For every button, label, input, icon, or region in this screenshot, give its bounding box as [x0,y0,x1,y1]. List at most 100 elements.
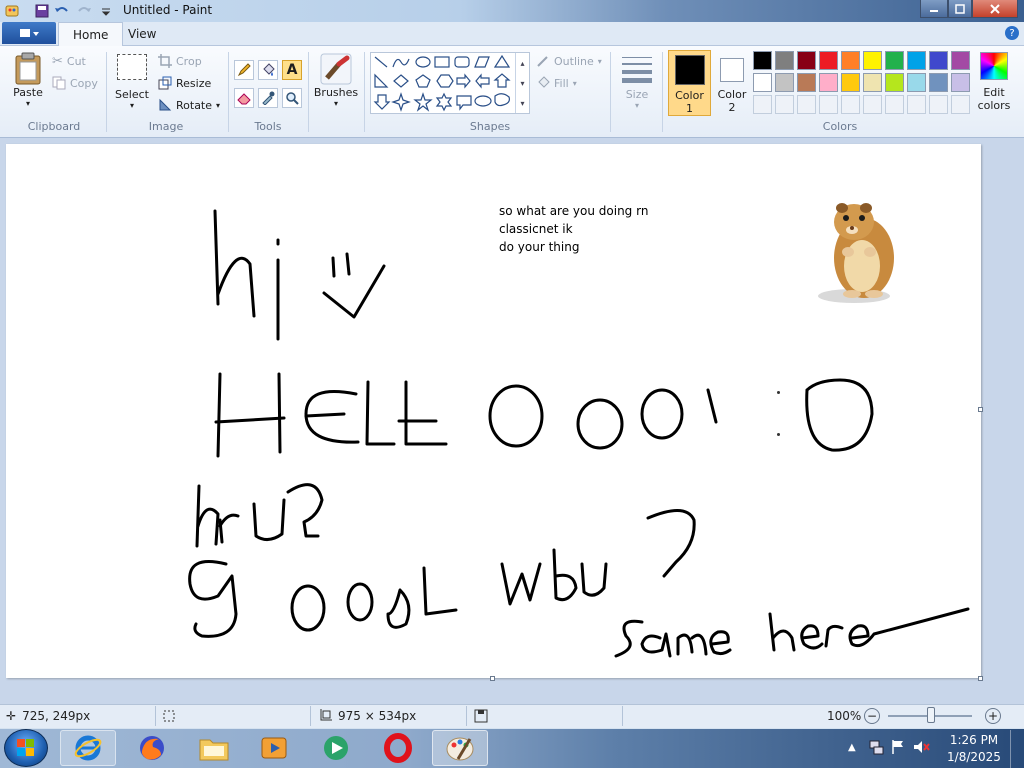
outline-button[interactable]: Outline ▾ [536,54,602,68]
color-swatch[interactable] [951,73,970,92]
color-swatch[interactable] [951,51,970,70]
eraser-tool[interactable] [234,88,254,108]
help-icon[interactable]: ? [1005,26,1019,40]
group-separator [364,52,365,132]
color-palette [753,51,977,117]
taskbar-opera[interactable] [370,730,426,766]
color-swatch[interactable] [907,51,926,70]
custom-color-slot[interactable] [863,95,882,114]
zoom-slider-thumb[interactable] [927,707,935,723]
minimize-button[interactable] [920,0,948,18]
action-center-flag-icon[interactable] [890,739,906,758]
six-point-star-shape-icon [435,92,453,112]
start-button[interactable] [4,729,48,767]
maximize-button[interactable] [948,0,972,18]
color-swatch[interactable] [929,51,948,70]
redo-icon[interactable] [76,3,92,19]
color-swatch[interactable] [753,73,772,92]
color-swatch[interactable] [797,51,816,70]
size-button[interactable]: Size ▾ [618,54,656,110]
copy-button[interactable]: Copy [52,76,98,90]
status-separator [466,706,467,726]
taskbar-file-explorer[interactable] [186,730,242,766]
custom-color-slot[interactable] [841,95,860,114]
tab-view[interactable]: View [114,22,170,46]
color-swatch[interactable] [797,73,816,92]
cut-button[interactable]: ✂ Cut [52,54,86,69]
canvas-text-line: do your thing [499,240,580,254]
paint-app-icon[interactable] [4,3,20,19]
shapes-scroll[interactable]: ▴ ▾ ▾ [515,53,529,113]
canvas-resize-handle-right[interactable] [978,407,983,412]
color-swatch[interactable] [929,73,948,92]
custom-color-slot[interactable] [951,95,970,114]
scroll-up-icon[interactable]: ▴ [520,59,524,68]
paste-button[interactable]: Paste ▾ [10,52,46,108]
custom-color-slot[interactable] [907,95,926,114]
color-swatch[interactable] [885,73,904,92]
custom-color-slot[interactable] [797,95,816,114]
rainbow-palette-icon [980,52,1008,80]
oval-callout-shape-icon [474,95,492,107]
color-swatch[interactable] [863,51,882,70]
save-icon[interactable] [34,3,50,19]
color-swatch[interactable] [907,73,926,92]
pencil-tool[interactable] [234,60,254,80]
text-tool[interactable]: A [282,60,302,80]
edit-colors-button[interactable]: Edit colors [978,52,1010,112]
color-swatch[interactable] [885,51,904,70]
stroke-w [500,562,542,606]
windows-logo-icon [17,739,34,756]
color-swatch[interactable] [775,73,794,92]
scroll-down-icon[interactable]: ▾ [520,79,524,88]
color-swatch[interactable] [819,51,838,70]
zoom-out-button[interactable]: − [864,708,880,724]
resize-button[interactable]: Resize [158,76,211,90]
color1-selector[interactable]: Color 1 [668,50,711,116]
network-icon[interactable] [868,739,884,758]
rotate-button[interactable]: Rotate ▾ [158,98,220,112]
close-button[interactable] [972,0,1018,18]
shapes-expand-icon[interactable]: ▾ [520,99,524,108]
shapes-gallery-icons [373,54,511,112]
color-swatch[interactable] [753,51,772,70]
custom-color-slot[interactable] [929,95,948,114]
taskbar-media-player[interactable] [246,730,302,766]
fill-tool[interactable] [258,60,278,80]
minus-icon: − [866,709,878,723]
zoom-in-button[interactable]: + [985,708,1001,724]
color-swatch[interactable] [841,73,860,92]
taskbar-internet-explorer[interactable] [60,730,116,766]
paint-menu-button[interactable] [2,22,56,44]
color-swatch[interactable] [863,73,882,92]
ink-dot [777,433,780,436]
system-clock[interactable]: 1:26 PM 1/8/2025 [944,732,1004,766]
taskbar-firefox[interactable] [124,730,180,766]
taskbar-media-center[interactable] [308,730,364,766]
color2-selector[interactable]: Color 2 [714,50,750,116]
color-swatch[interactable] [775,51,794,70]
crop-button[interactable]: Crop [158,54,202,68]
show-desktop-button[interactable] [1010,730,1024,768]
drawing-canvas[interactable]: so what are you doing rn classicnet ik d… [6,144,981,678]
custom-color-slot[interactable] [885,95,904,114]
show-hidden-icons-button[interactable]: ▲ [848,742,856,753]
fill-button[interactable]: Fill ▾ [536,76,577,90]
custom-color-slot[interactable] [819,95,838,114]
color-picker-tool[interactable] [258,88,278,108]
volume-muted-icon[interactable] [912,739,930,758]
canvas-resize-handle-bottom[interactable] [490,676,495,681]
color-swatch[interactable] [841,51,860,70]
outline-dropdown-icon: ▾ [597,56,602,66]
color-swatch[interactable] [819,73,838,92]
custom-color-slot[interactable] [775,95,794,114]
custom-color-slot[interactable] [753,95,772,114]
taskbar-paint[interactable] [432,730,488,766]
magnifier-tool[interactable] [282,88,302,108]
customize-quick-access-icon[interactable] [98,3,114,19]
disk-icon [474,709,488,723]
brushes-button[interactable]: Brushes ▾ [314,52,358,108]
undo-icon[interactable] [54,3,70,19]
canvas-resize-handle-corner[interactable] [978,676,983,681]
select-button[interactable]: Select ▾ [114,54,150,110]
